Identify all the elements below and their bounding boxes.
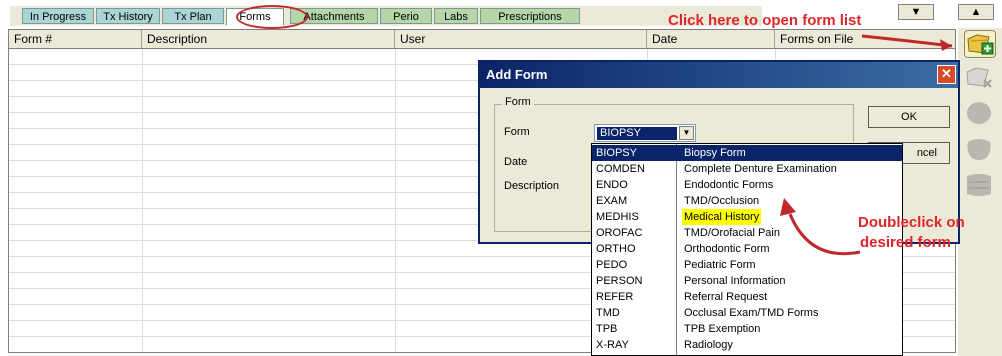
form-list-item[interactable]: ENDO Endodontic Forms — [592, 177, 902, 193]
form-name: Personal Information — [684, 275, 786, 287]
form-code: TPB — [596, 323, 618, 335]
tooth-icon — [967, 139, 991, 160]
grid-header: Form # Description User Date Forms on Fi… — [9, 30, 955, 49]
form-code: ORTHO — [596, 243, 636, 255]
form-label: Form — [504, 126, 530, 138]
dialog-title: Add Form — [480, 62, 958, 88]
column-header-description[interactable]: Description — [142, 30, 395, 48]
forms-window: In Progress Tx History Tx Plan Forms Attachm… — [0, 0, 1002, 356]
description-label: Description — [504, 180, 560, 192]
scroll-up-button[interactable]: ▲ — [958, 4, 994, 20]
column-header-form-number[interactable]: Form # — [9, 30, 142, 48]
form-code: EXAM — [596, 195, 628, 207]
form-name: Pediatric Form — [684, 259, 756, 271]
form-name: Biopsy Form — [684, 147, 746, 159]
blob-icon — [967, 102, 991, 124]
form-code: BIOPSY — [596, 147, 637, 159]
add-form-icon — [967, 34, 994, 55]
form-name: TMD/Occlusion — [684, 195, 760, 207]
form-list-item[interactable]: TMD Occlusal Exam/TMD Forms — [592, 305, 902, 321]
form-select-value: BIOPSY — [597, 127, 677, 140]
form-list-item[interactable]: PERSON Personal Information — [592, 273, 902, 289]
form-code: COMDEN — [596, 163, 645, 175]
form-list-item[interactable]: X-RAY Radiology — [592, 337, 902, 353]
form-list-item[interactable]: TPB TPB Exemption — [592, 321, 902, 337]
form-name: TPB Exemption — [684, 323, 761, 335]
arrow-to-medical-history — [780, 198, 861, 256]
form-code: MEDHIS — [596, 211, 639, 223]
form-code: REFER — [596, 291, 634, 303]
form-select[interactable]: BIOPSY ▼ — [594, 124, 696, 142]
form-code: X-RAY — [596, 339, 629, 351]
tab-in-progress[interactable]: In Progress — [22, 8, 94, 24]
form-name: Orthodontic Form — [684, 243, 770, 255]
form-list-item[interactable]: BIOPSY Biopsy Form — [592, 145, 902, 161]
form-code: PEDO — [596, 259, 628, 271]
tab-prescriptions[interactable]: Prescriptions — [480, 8, 580, 24]
annotation-doubleclick-line1: Doubleclick on — [858, 214, 965, 231]
right-toolbar — [958, 28, 1002, 356]
grid-divider — [142, 49, 143, 352]
chevron-down-icon[interactable]: ▼ — [679, 126, 694, 140]
tab-tx-history[interactable]: Tx History — [96, 8, 160, 24]
forms-tab-callout-ellipse — [236, 5, 308, 29]
form-code: TMD — [596, 307, 620, 319]
form-list-item[interactable]: COMDEN Complete Denture Examination — [592, 161, 902, 177]
scroll-down-button[interactable]: ▼ — [898, 4, 934, 20]
column-header-user[interactable]: User — [395, 30, 647, 48]
ok-button[interactable]: OK — [868, 106, 950, 128]
toolbar-button-5[interactable] — [964, 172, 996, 200]
form-code: PERSON — [596, 275, 643, 287]
tab-labs[interactable]: Labs — [434, 8, 478, 24]
tab-perio[interactable]: Perio — [380, 8, 432, 24]
form-code: ENDO — [596, 179, 628, 191]
groupbox-label: Form — [502, 96, 534, 108]
annotation-doubleclick-line2: desired form — [860, 234, 951, 251]
form-name: Occlusal Exam/TMD Forms — [684, 307, 819, 319]
remove-form-icon — [966, 67, 992, 88]
form-name: Endodontic Forms — [684, 179, 774, 191]
annotation-open-form-list: Click here to open form list — [668, 12, 862, 29]
form-name: Complete Denture Examination — [684, 163, 837, 175]
form-list-item[interactable]: REFER Referral Request — [592, 289, 902, 305]
add-form-button[interactable] — [964, 30, 996, 58]
close-icon[interactable]: ✕ — [937, 65, 956, 84]
tab-tx-plan[interactable]: Tx Plan — [162, 8, 224, 24]
form-name: Referral Request — [684, 291, 768, 303]
remove-form-button[interactable] — [964, 64, 996, 92]
date-label: Date — [504, 156, 528, 168]
toolbar-button-4[interactable] — [964, 136, 996, 164]
tab-bar: In Progress Tx History Tx Plan Forms Attachm… — [10, 6, 762, 26]
form-name: Radiology — [684, 339, 733, 351]
form-name: Medical History — [682, 209, 762, 225]
arrow-to-add-button — [861, 34, 953, 51]
grid-divider — [395, 49, 396, 352]
scan-icon — [967, 174, 991, 196]
column-header-date[interactable]: Date — [647, 30, 775, 48]
form-code: OROFAC — [596, 227, 643, 239]
toolbar-button-3[interactable] — [964, 100, 996, 128]
